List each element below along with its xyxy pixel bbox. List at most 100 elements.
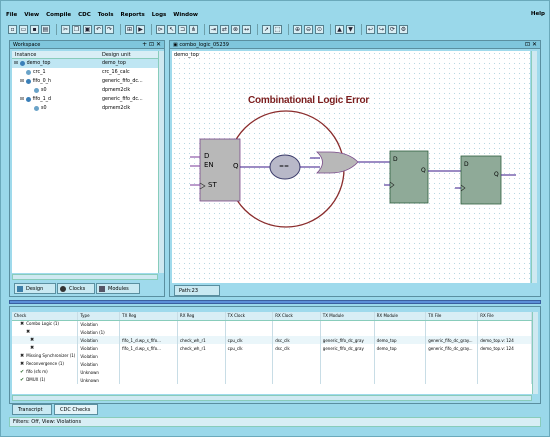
gate-icon[interactable]: ⊐ bbox=[178, 25, 187, 34]
tab-path[interactable]: Path:23 bbox=[174, 285, 220, 296]
checks-hscrollbar[interactable] bbox=[12, 395, 532, 401]
schematic-vscrollbar[interactable] bbox=[531, 51, 537, 283]
save-icon[interactable]: ▪ bbox=[30, 25, 39, 34]
zoom-in-icon[interactable]: ⊕ bbox=[293, 25, 302, 34]
col-design-unit[interactable]: Design unit bbox=[102, 51, 158, 58]
check-row[interactable]: ✖ Violation fifo_1_d.wp_s_fifo... check_wh_… bbox=[12, 336, 532, 344]
source-flipflop[interactable] bbox=[199, 138, 241, 202]
new-icon[interactable]: ▫ bbox=[8, 25, 17, 34]
check-cell-check: ✖ bbox=[12, 344, 79, 352]
panel-controls-icon[interactable]: + ⊡ ✕ bbox=[142, 41, 161, 49]
col-type[interactable]: Type bbox=[77, 312, 121, 321]
pin-q-label: Q bbox=[494, 171, 499, 178]
check-row[interactable]: ✖ Violation (1) bbox=[12, 328, 532, 336]
tree-row[interactable]: ⊟ demo_top demo_top bbox=[12, 59, 158, 68]
paste-icon[interactable]: ▣ bbox=[83, 25, 92, 34]
check-cell-rxfile bbox=[477, 352, 532, 360]
tree-row[interactable]: s0 dpmem2clk bbox=[12, 104, 158, 113]
menu-reports[interactable]: Reports bbox=[121, 12, 145, 18]
cdc-checks-panel: Check Type TX Reg RX Reg TX Clock RX Clo… bbox=[9, 306, 541, 404]
collapse-icon[interactable]: ⊟ bbox=[14, 61, 18, 66]
check-row[interactable]: ✔ DMUX (1) Unknown bbox=[12, 376, 532, 384]
select-icon[interactable]: ⬚ bbox=[273, 25, 282, 34]
col-check[interactable]: Check bbox=[12, 312, 79, 321]
tree-row[interactable]: ⊟ fifo_1_d generic_fifo_dc... bbox=[12, 95, 158, 104]
check-row[interactable]: ✔ fifo (sfs m) Unknown bbox=[12, 368, 532, 376]
col-tx-clock[interactable]: TX Clock bbox=[225, 312, 274, 321]
schematic-title: combo_logic_05239 bbox=[179, 42, 229, 48]
back-icon[interactable]: ↩ bbox=[366, 25, 375, 34]
col-tx-file[interactable]: TX File bbox=[425, 312, 479, 321]
trace-icon[interactable]: ⇄ bbox=[220, 25, 229, 34]
col-instance[interactable]: Instance bbox=[12, 51, 102, 58]
menu-compile[interactable]: Compile bbox=[46, 12, 71, 18]
tree-row[interactable]: s0 dpmem2clk bbox=[12, 86, 158, 95]
col-tx-reg[interactable]: TX Reg bbox=[119, 312, 178, 321]
col-rx-file[interactable]: RX File bbox=[477, 312, 532, 321]
print-icon[interactable]: ▤ bbox=[41, 25, 50, 34]
hierarchy-icon[interactable]: ⋔ bbox=[189, 25, 198, 34]
panel-controls-icon[interactable]: ⊡ ✕ bbox=[525, 41, 537, 49]
collapse-icon[interactable]: ⊟ bbox=[20, 79, 24, 84]
check-cell-rxclk: dsc_clk bbox=[272, 336, 321, 344]
check-cell-rxreg: check_wh_r1 bbox=[177, 344, 226, 352]
up-icon[interactable]: ▲ bbox=[335, 25, 344, 34]
cursor-icon[interactable]: ➚ bbox=[262, 25, 271, 34]
settings-icon[interactable]: ⚙ bbox=[399, 25, 408, 34]
tab-modules[interactable]: Modules bbox=[96, 283, 140, 294]
check-cell-txmod bbox=[320, 352, 375, 360]
copy-icon[interactable]: ❐ bbox=[72, 25, 81, 34]
open-icon[interactable]: ▭ bbox=[19, 25, 28, 34]
redo-icon[interactable]: ↷ bbox=[105, 25, 114, 34]
check-cell-txmod bbox=[320, 328, 375, 336]
check-row[interactable]: ✖ Missing Synchronizer (1) Violation bbox=[12, 352, 532, 360]
or-gate[interactable] bbox=[315, 151, 359, 174]
refresh-icon[interactable]: ⟳ bbox=[388, 25, 397, 34]
check-cell-txfile bbox=[425, 360, 479, 368]
check-cell-txclk bbox=[225, 320, 274, 328]
menu-logs[interactable]: Logs bbox=[152, 12, 167, 18]
toolbar-separator bbox=[257, 24, 258, 35]
menu-file[interactable]: File bbox=[6, 12, 17, 18]
expand-icon[interactable]: ⇥ bbox=[209, 25, 218, 34]
connect-icon[interactable]: ↔ bbox=[242, 25, 251, 34]
workspace-vscrollbar[interactable] bbox=[158, 51, 164, 273]
panel-splitter[interactable] bbox=[9, 300, 541, 304]
zoom-out-icon[interactable]: ⊖ bbox=[304, 25, 313, 34]
zoom-fit-icon[interactable]: ⊙ bbox=[315, 25, 324, 34]
checks-vscrollbar[interactable] bbox=[532, 312, 538, 394]
check-row[interactable]: ✖ Violation fifo_1_d.wp_s_fifo... check_wh_… bbox=[12, 344, 532, 352]
tab-design[interactable]: Design bbox=[14, 283, 56, 294]
menu-cdc[interactable]: CDC bbox=[78, 12, 91, 18]
menu-help[interactable]: Help bbox=[531, 11, 545, 17]
col-rx-reg[interactable]: RX Reg bbox=[177, 312, 226, 321]
split-icon[interactable]: ⊗ bbox=[231, 25, 240, 34]
tab-transcript[interactable]: Transcript bbox=[12, 404, 52, 415]
tree-row[interactable]: ⊟ fifo_0_h generic_fifo_dc... bbox=[12, 77, 158, 86]
col-rx-module[interactable]: RX Module bbox=[374, 312, 427, 321]
down-icon[interactable]: ▼ bbox=[346, 25, 355, 34]
tab-cdc-checks[interactable]: CDC Checks bbox=[54, 404, 98, 415]
menu-view[interactable]: View bbox=[24, 12, 39, 18]
schematic-canvas[interactable]: demo_top Combinational Logic Error D EN … bbox=[172, 51, 530, 283]
collapse-icon[interactable]: ⊟ bbox=[20, 97, 24, 102]
menu-window[interactable]: Window bbox=[173, 12, 198, 18]
compile-icon[interactable]: ⊞ bbox=[125, 25, 134, 34]
col-rx-clock[interactable]: RX Clock bbox=[272, 312, 321, 321]
check-row[interactable]: ✖ Reconvergence (1) Violation bbox=[12, 360, 532, 368]
schematic-title-bar: ▣ combo_logic_05239 ⊡ ✕ bbox=[170, 41, 540, 49]
forward-icon[interactable]: ↪ bbox=[377, 25, 386, 34]
check-pass-icon: ✔ bbox=[20, 377, 25, 383]
run-icon[interactable]: ▶ bbox=[136, 25, 145, 34]
tree-row[interactable]: crc_1 crc_16_calc bbox=[12, 68, 158, 77]
schematic-icon[interactable]: ⊳ bbox=[156, 25, 165, 34]
cut-icon[interactable]: ✂ bbox=[61, 25, 70, 34]
check-cell-rxfile bbox=[477, 328, 532, 336]
check-row[interactable]: ✖ Combo Logic (1) Violation bbox=[12, 320, 532, 328]
undo-icon[interactable]: ↶ bbox=[94, 25, 103, 34]
pointer-icon[interactable]: ↖ bbox=[167, 25, 176, 34]
workspace-hscrollbar[interactable] bbox=[12, 274, 158, 280]
menu-tools[interactable]: Tools bbox=[98, 12, 114, 18]
col-tx-module[interactable]: TX Module bbox=[320, 312, 375, 321]
tab-clocks[interactable]: Clocks bbox=[57, 283, 95, 294]
